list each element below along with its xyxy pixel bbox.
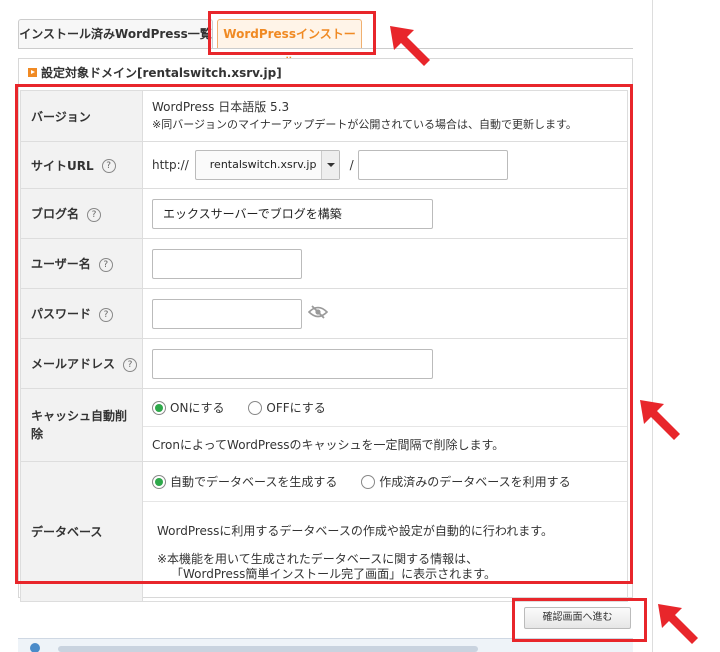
tab-installed-list[interactable]: インストール済みWordPress一覧 — [18, 19, 213, 49]
cache-off-label[interactable]: OFFにする — [266, 401, 325, 415]
password-label: パスワード — [31, 307, 92, 321]
row-user-name: ユーザー名? — [20, 238, 628, 289]
site-url-path-input[interactable] — [357, 150, 508, 180]
cache-options-cell: ONにする OFFにする — [142, 388, 628, 427]
password-cell — [142, 288, 628, 339]
row-version: バージョン WordPress 日本語版 5.3 ※同バージョンのマイナーアップ… — [20, 90, 628, 142]
site-url-cell: http:// rentalswitch.xsrv.jp / — [142, 141, 628, 189]
user-name-label: ユーザー名 — [31, 257, 91, 271]
database-note-3: 「WordPress簡単インストール完了画面」に表示されます。 — [171, 566, 496, 581]
arrow-pointer-icon — [640, 400, 680, 440]
email-input[interactable] — [152, 348, 433, 379]
database-note-cell: WordPressに利用するデータベースの作成や設定が自動的に行われます。 ※本… — [142, 501, 628, 602]
row-blog-name: ブログ名? エックスサーバーでブログを構築 — [20, 188, 628, 239]
info-strip — [18, 638, 633, 652]
tab-divider — [18, 48, 633, 49]
row-email: メールアドレス? — [20, 338, 628, 389]
info-strip-text — [58, 646, 478, 652]
cache-note: CronによってWordPressのキャッシュを一定間隔で削除します。 — [142, 426, 628, 462]
db-auto-label[interactable]: 自動でデータベースを生成する — [170, 475, 337, 489]
database-options-cell: 自動でデータベースを生成する 作成済みのデータベースを利用する — [142, 461, 628, 502]
site-url-prefix: http:// — [152, 158, 189, 172]
site-url-label: サイトURL — [31, 158, 94, 173]
chevron-down-icon — [320, 151, 339, 179]
confirm-button[interactable]: 確認画面へ進む — [524, 607, 631, 629]
domain-select[interactable]: rentalswitch.xsrv.jp — [194, 150, 340, 180]
database-note-1: WordPressに利用するデータベースの作成や設定が自動的に行われます。 — [157, 523, 554, 538]
cache-label: キャッシュ自動削除 — [20, 388, 143, 462]
user-name-cell — [142, 238, 628, 289]
version-value-cell: WordPress 日本語版 5.3 ※同バージョンのマイナーアップデートが公開… — [142, 90, 628, 142]
blog-name-label: ブログ名 — [31, 207, 80, 221]
radio-db-existing[interactable] — [361, 474, 376, 489]
radio-cache-off[interactable] — [248, 400, 263, 415]
help-icon[interactable]: ? — [98, 257, 113, 272]
row-cache-options: キャッシュ自動削除 ONにする OFFにする — [20, 388, 628, 462]
db-existing-label[interactable]: 作成済みのデータベースを利用する — [379, 475, 570, 489]
domain-heading-text: 設定対象ドメイン[rentalswitch.xsrv.jp] — [41, 66, 282, 80]
row-password: パスワード? — [20, 288, 628, 339]
eye-slash-icon[interactable] — [307, 305, 329, 322]
right-margin — [653, 0, 720, 652]
row-site-url: サイトURL? http:// rentalswitch.xsrv.jp / — [20, 141, 628, 189]
radio-cache-on[interactable] — [152, 400, 166, 415]
version-value: WordPress 日本語版 5.3 — [152, 100, 290, 114]
bullet-icon — [28, 68, 37, 77]
row-database-options: データベース 自動でデータベースを生成する 作成済みのデータベースを利用する — [20, 461, 628, 602]
version-note: ※同バージョンのマイナーアップデートが公開されている場合は、自動で更新します。 — [152, 118, 577, 131]
cache-on-label[interactable]: ONにする — [170, 401, 225, 415]
help-icon[interactable]: ? — [123, 357, 138, 372]
user-name-label-cell: ユーザー名? — [20, 238, 143, 289]
arrow-pointer-icon — [658, 604, 698, 644]
help-icon[interactable]: ? — [99, 307, 114, 322]
help-icon[interactable]: ? — [87, 207, 102, 222]
email-label: メールアドレス — [31, 357, 116, 371]
password-input[interactable] — [152, 298, 302, 329]
site-url-label-cell: サイトURL? — [20, 141, 143, 189]
password-label-cell: パスワード? — [20, 288, 143, 339]
radio-db-auto[interactable] — [152, 474, 166, 489]
database-label: データベース — [20, 461, 143, 602]
install-form: バージョン WordPress 日本語版 5.3 ※同バージョンのマイナーアップ… — [20, 90, 628, 602]
blog-name-cell: エックスサーバーでブログを構築 — [142, 188, 628, 239]
email-label-cell: メールアドレス? — [20, 338, 143, 389]
database-note-2: ※本機能を用いて生成されたデータベースに関する情報は、 — [157, 551, 479, 566]
tab-wordpress-install[interactable]: WordPressインストール — [217, 19, 362, 69]
blog-name-input[interactable]: エックスサーバーでブログを構築 — [152, 198, 433, 229]
user-name-input[interactable] — [152, 248, 302, 279]
domain-heading: 設定対象ドメイン[rentalswitch.xsrv.jp] — [28, 64, 282, 82]
site-url-separator: / — [349, 158, 354, 172]
arrow-pointer-icon — [390, 26, 430, 66]
version-label: バージョン — [20, 90, 143, 142]
info-icon — [30, 643, 40, 652]
domain-select-value: rentalswitch.xsrv.jp — [209, 158, 317, 171]
email-cell — [142, 338, 628, 389]
help-icon[interactable]: ? — [101, 159, 116, 173]
blog-name-label-cell: ブログ名? — [20, 188, 143, 239]
